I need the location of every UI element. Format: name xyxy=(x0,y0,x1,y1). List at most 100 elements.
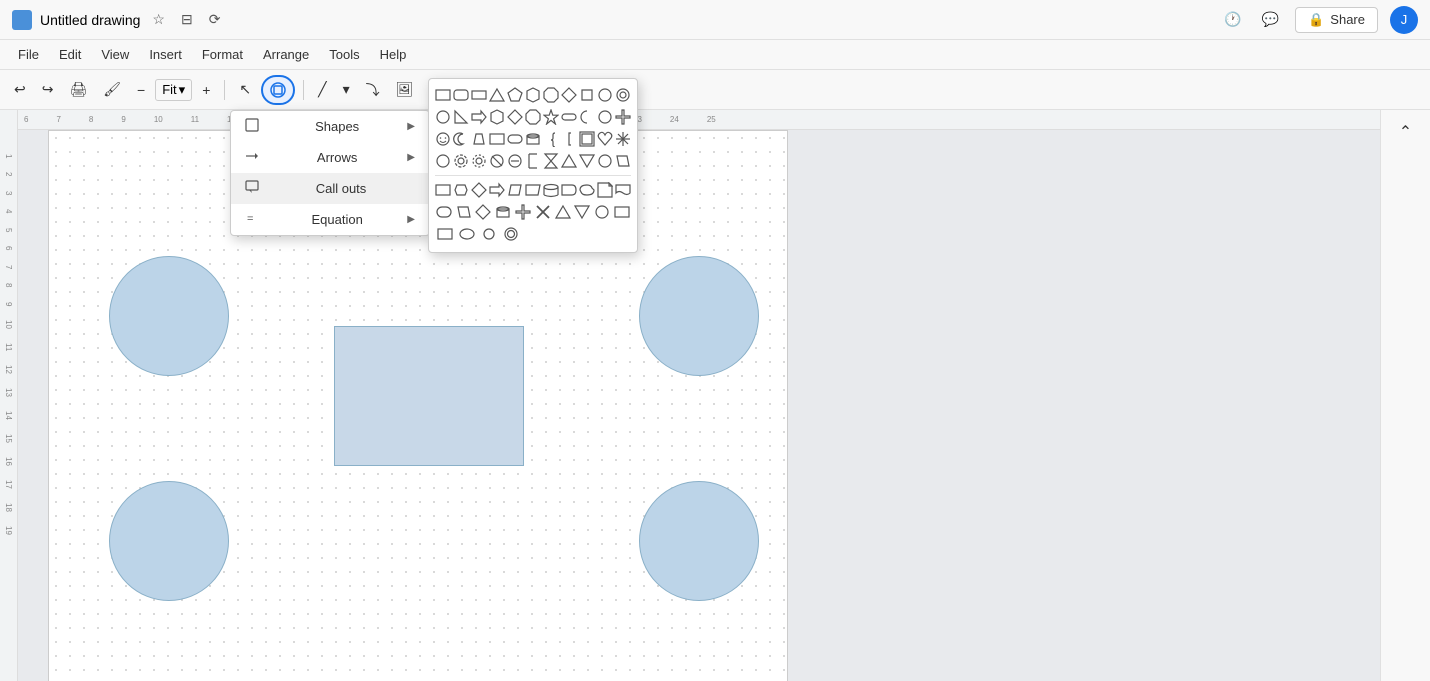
shape-flowchart-manual[interactable] xyxy=(525,180,541,200)
menu-item-shapes[interactable]: Shapes ▶ xyxy=(231,111,429,142)
user-avatar[interactable]: J xyxy=(1390,6,1418,34)
zoom-out-button[interactable]: − xyxy=(131,78,151,102)
shape-ring[interactable] xyxy=(615,85,631,105)
shape-heart[interactable] xyxy=(597,129,613,149)
shape-trapezoid[interactable] xyxy=(471,129,487,149)
shape-square-bracket2[interactable] xyxy=(525,151,541,171)
share-button[interactable]: 🔒 Share xyxy=(1295,7,1378,33)
notifications-button[interactable]: 🕐 xyxy=(1220,9,1245,30)
shape-down-triangle[interactable] xyxy=(579,151,595,171)
shape-flowchart-process[interactable] xyxy=(435,180,451,200)
menu-file[interactable]: File xyxy=(8,43,49,66)
shape-no-entry[interactable] xyxy=(489,151,505,171)
shape-up-triangle[interactable] xyxy=(561,151,577,171)
shape-circle3[interactable] xyxy=(597,107,613,127)
shape-brace[interactable] xyxy=(543,129,559,149)
menu-item-equation[interactable]: = Equation ▶ xyxy=(231,204,429,235)
paint-format-button[interactable]: 🖌 xyxy=(97,77,127,102)
shape-circle-bottomleft[interactable] xyxy=(109,481,229,601)
shape-rounded-rect2[interactable] xyxy=(561,107,577,127)
menu-edit[interactable]: Edit xyxy=(49,43,91,66)
menu-help[interactable]: Help xyxy=(370,43,417,66)
shape-right-arrow-shape[interactable] xyxy=(471,107,487,127)
shape-ellipse[interactable] xyxy=(457,224,477,244)
shape-rect3[interactable] xyxy=(613,202,631,222)
shape-triangle-down[interactable] xyxy=(574,202,592,222)
shape-stadium[interactable] xyxy=(507,129,523,149)
undo-button[interactable]: ↩ xyxy=(8,77,32,102)
shape-frame[interactable] xyxy=(579,129,595,149)
comments-button[interactable]: 💬 xyxy=(1258,9,1283,30)
history-button[interactable]: ⟳ xyxy=(205,9,225,30)
shape-circle4[interactable] xyxy=(597,151,613,171)
print-button[interactable]: 🖨 xyxy=(63,77,93,102)
menu-arrange[interactable]: Arrange xyxy=(253,43,319,66)
shape-flowchart-arrow[interactable] xyxy=(489,180,505,200)
shape-parallelogram3[interactable] xyxy=(455,202,473,222)
shape-terminal[interactable] xyxy=(435,202,453,222)
star-button[interactable]: ☆ xyxy=(148,9,169,30)
menu-item-callouts[interactable]: Call outs xyxy=(231,173,429,204)
shape-bracket[interactable] xyxy=(561,129,577,149)
shape-pentagon[interactable] xyxy=(507,85,523,105)
shape-cylinder[interactable] xyxy=(525,129,541,149)
zoom-control[interactable]: Fit ▾ xyxy=(155,79,192,101)
shape-moon[interactable] xyxy=(453,129,469,149)
shape-hexagon2[interactable] xyxy=(489,107,505,127)
shape-snowflake[interactable] xyxy=(615,129,631,149)
shape-diamond3[interactable] xyxy=(475,202,493,222)
shape-rt-triangle[interactable] xyxy=(453,107,469,127)
panel-collapse-button[interactable]: ⌃ xyxy=(1393,118,1418,146)
shape-circle-bottomright[interactable] xyxy=(639,481,759,601)
shape-flowchart-decision[interactable] xyxy=(471,180,487,200)
shape-diamond2[interactable] xyxy=(507,107,523,127)
shape-crescent[interactable] xyxy=(579,107,595,127)
move-to-drive-button[interactable]: ⊟ xyxy=(177,9,197,30)
shape-parallelogram[interactable] xyxy=(579,85,595,105)
shape-rect-center[interactable] xyxy=(334,326,524,466)
document-title[interactable]: Untitled drawing xyxy=(40,12,140,28)
menu-tools[interactable]: Tools xyxy=(319,43,369,66)
image-button[interactable]: 🖼 xyxy=(390,77,420,102)
shape-plus[interactable] xyxy=(514,202,532,222)
shape-flowchart-alt[interactable] xyxy=(453,180,469,200)
menu-format[interactable]: Format xyxy=(192,43,253,66)
shape-x-mark[interactable] xyxy=(534,202,552,222)
shape-circle-smile[interactable] xyxy=(435,151,451,171)
shape-circle-topright[interactable] xyxy=(639,256,759,376)
shape-hexagon[interactable] xyxy=(525,85,541,105)
shapes-button[interactable] xyxy=(261,75,295,105)
shape-ring2[interactable] xyxy=(501,224,521,244)
shape-circle6[interactable] xyxy=(479,224,499,244)
connector-button[interactable]: ⤵ xyxy=(360,76,386,104)
shape-triangle2[interactable] xyxy=(554,202,572,222)
shape-rounded-rect[interactable] xyxy=(453,85,469,105)
shape-flowchart-data[interactable] xyxy=(507,180,523,200)
shape-cross-plus[interactable] xyxy=(615,107,631,127)
shape-octagon2[interactable] xyxy=(525,107,541,127)
shape-gear[interactable] xyxy=(453,151,469,171)
shape-circle[interactable] xyxy=(597,85,613,105)
shape-forbidden[interactable] xyxy=(507,151,523,171)
canvas-area[interactable]: 6 7 8 9 10 11 12 13 14 15 16 17 18 19 20… xyxy=(18,110,1380,681)
shape-rect2[interactable] xyxy=(471,85,487,105)
shape-parallelogram2[interactable] xyxy=(615,151,631,171)
redo-button[interactable]: ↪ xyxy=(36,77,60,102)
shape-rectangle[interactable] xyxy=(435,85,451,105)
zoom-in-button[interactable]: + xyxy=(196,78,216,102)
shape-triangle[interactable] xyxy=(489,85,505,105)
shape-octagon[interactable] xyxy=(543,85,559,105)
shape-diamond[interactable] xyxy=(561,85,577,105)
shape-circle5[interactable] xyxy=(593,202,611,222)
shape-circle-topleft[interactable] xyxy=(109,256,229,376)
shape-rect-plain[interactable] xyxy=(489,129,505,149)
menu-view[interactable]: View xyxy=(91,43,139,66)
line-dropdown-button[interactable]: ▾ xyxy=(337,77,356,102)
shape-flowchart-wave[interactable] xyxy=(615,180,631,200)
line-button[interactable]: ╱ xyxy=(312,77,332,102)
shape-flowchart-connector[interactable] xyxy=(579,180,595,200)
shape-circle2[interactable] xyxy=(435,107,451,127)
shape-flowchart-note[interactable] xyxy=(597,180,613,200)
shape-flowchart-disk[interactable] xyxy=(543,180,559,200)
shape-hourglass[interactable] xyxy=(543,151,559,171)
